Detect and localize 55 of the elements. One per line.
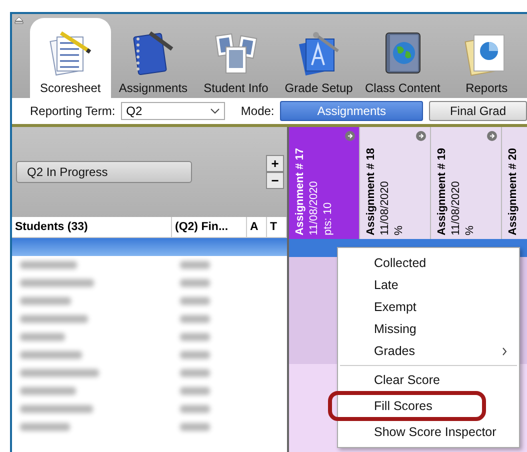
reporting-term-label: Reporting Term: <box>30 104 116 118</box>
toolbar-tab[interactable]: Assignments <box>112 18 194 98</box>
blurred-score <box>180 351 210 359</box>
assignment-column-header[interactable]: Assignment # 19 11/08/2020 % <box>431 127 502 239</box>
zoom-button[interactable]: − <box>266 172 284 189</box>
toolbar-tab[interactable]: Class Content <box>361 18 444 98</box>
blurred-name <box>20 423 70 431</box>
blurred-name <box>20 351 82 359</box>
menu-item[interactable]: Fill Scores <box>332 395 482 417</box>
assignment-column-header[interactable]: Assignment # 17 11/08/2020 pts: 10 <box>289 127 360 239</box>
menu-item[interactable]: Clear Score <box>338 369 519 391</box>
blurred-name <box>20 333 65 341</box>
status-button[interactable]: Q2 In Progress <box>16 161 192 183</box>
blurred-name <box>20 297 71 305</box>
blurred-score <box>180 369 210 377</box>
toolbar-tab[interactable]: Scoresheet <box>30 18 111 98</box>
blurred-score <box>180 405 210 413</box>
column-header[interactable]: (Q2) Fin... <box>172 217 247 237</box>
blurred-name <box>20 387 76 395</box>
menu-item[interactable]: Show Score Inspector <box>338 421 519 443</box>
menu-item[interactable]: Exempt <box>338 296 519 318</box>
assignment-column-header[interactable]: Assignment # 20 <box>502 127 527 239</box>
blurred-name <box>20 261 77 269</box>
blurred-score <box>180 387 210 395</box>
selected-row[interactable] <box>12 238 287 256</box>
mode-button[interactable]: Final Grad <box>428 101 527 121</box>
menu-item[interactable]: Collected <box>338 252 519 274</box>
reporting-term-dropdown[interactable]: Q2 <box>121 102 225 120</box>
blurred-score <box>180 333 210 341</box>
menu-item[interactable]: Missing <box>338 318 519 340</box>
toolbar-tab[interactable]: Student Info <box>196 18 276 98</box>
toolbar-tab[interactable]: Reports <box>446 18 527 98</box>
menu-item[interactable]: Late <box>338 274 519 296</box>
blurred-score <box>180 423 210 431</box>
column-header[interactable]: A <box>247 217 267 237</box>
mode-label: Mode: <box>240 104 274 118</box>
blurred-score <box>180 279 210 287</box>
assignment-column-header[interactable]: Assignment # 18 11/08/2020 % <box>360 127 431 239</box>
chevron-down-icon <box>210 108 220 114</box>
eject-icon[interactable] <box>14 16 24 24</box>
blurred-score <box>180 261 210 269</box>
zoom-button[interactable]: + <box>266 155 284 172</box>
blurred-score <box>180 315 210 323</box>
chevron-right-icon <box>502 346 507 356</box>
blurred-name <box>20 315 88 323</box>
arrow-circle-icon[interactable] <box>416 131 426 141</box>
mode-button[interactable]: Assignments <box>280 101 423 121</box>
toolbar-tab[interactable]: Grade Setup <box>278 18 360 98</box>
arrow-circle-icon[interactable] <box>487 131 497 141</box>
column-header[interactable]: Students (33) <box>12 217 172 237</box>
menu-item[interactable]: Grades <box>338 340 519 362</box>
scoresheet-pencil-icon <box>47 29 94 77</box>
column-header[interactable]: T <box>267 217 287 237</box>
blurred-score <box>180 297 210 305</box>
arrow-circle-icon[interactable] <box>345 131 355 141</box>
